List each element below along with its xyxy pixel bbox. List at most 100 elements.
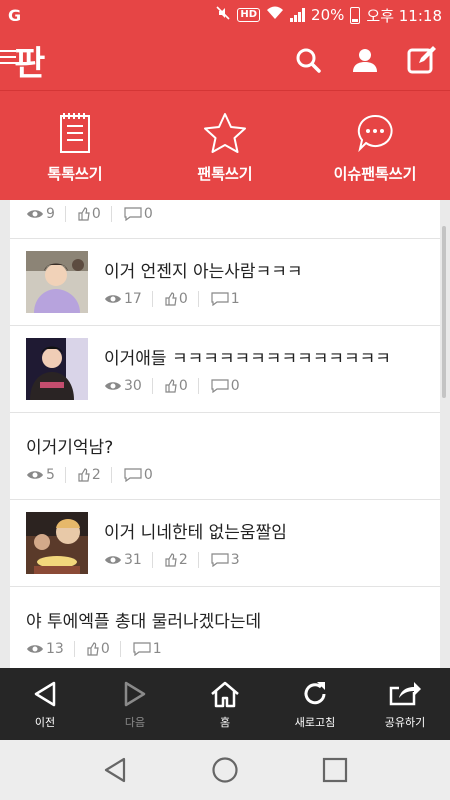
comment-icon [211,292,229,306]
post-thumbnail [26,512,88,574]
list-item[interactable]: 이거기억남? 5 2 0 [10,413,440,500]
search-button[interactable] [279,30,336,90]
comments: 3 [211,552,250,568]
comment-icon [211,553,229,567]
system-back-icon[interactable] [102,756,128,784]
post-title: 이거 니네한테 없는움짤임 [104,523,287,543]
thumbs-up-icon [78,468,90,482]
hd-badge: HD [237,8,261,22]
views: 30 [104,378,153,394]
thumbs-up-icon [78,207,90,221]
back-button[interactable]: 이전 [0,668,90,740]
back-triangle-icon [34,681,56,707]
post-meta: 17 0 1 [104,291,262,307]
tab-fantalk-write[interactable]: 팬톡쓰기 [150,91,300,200]
tab-label: 이슈팬톡쓰기 [333,165,417,183]
refresh-icon [304,682,326,705]
battery-icon [350,6,361,24]
refresh-button[interactable]: 새로고침 [270,668,360,740]
system-home-icon[interactable] [211,756,239,784]
post-list[interactable]: 9 0 0 이거 언젠지 아는사람ㅋㅋㅋ 17 0 1 이거애들 ㅋㅋㅋㅋㅋㅋㅋ… [0,200,450,668]
signal-icon [290,8,306,22]
thumbs-up-icon [87,642,99,656]
comments: 1 [133,641,172,657]
battery-percent: 20% [311,6,345,24]
list-item[interactable]: 9 0 0 [10,200,440,239]
tab-toktok-write[interactable]: 톡톡쓰기 [0,91,150,200]
search-icon [296,48,321,73]
forward-button[interactable]: 다음 [90,668,180,740]
eye-icon [105,382,121,390]
post-meta: 5 2 0 [26,467,175,483]
post-thumbnail [26,338,88,400]
comment-icon [133,642,151,656]
post-card: 9 0 0 이거 언젠지 아는사람ㅋㅋㅋ 17 0 1 이거애들 ㅋㅋㅋㅋㅋㅋㅋ… [10,200,440,668]
write-tab-bar: 톡톡쓰기 팬톡쓰기 이슈팬톡쓰기 [0,90,450,200]
post-meta: 31 2 3 [104,552,262,568]
clock: 오후 11:18 [366,6,442,25]
nav-label: 이전 [34,716,56,729]
status-bar: G HD 20% 오후 11:18 [0,0,450,30]
post-thumbnail [26,251,88,313]
comment-icon [124,207,142,221]
post-title: 야 투에엑플 총대 물러나겠다는데 [26,612,262,632]
thumbs-up-icon [165,292,177,306]
comments: 0 [124,206,163,222]
browser-nav-bar: 이전 다음 홈 새로고침 공유하기 [0,668,450,740]
likes: 0 [165,291,199,307]
chat-bubble-icon [357,111,393,155]
post-meta: 30 0 0 [104,378,262,394]
views: 13 [26,641,75,657]
tab-label: 톡톡쓰기 [47,165,103,183]
edit-button[interactable] [393,30,450,90]
nav-label: 공유하기 [384,716,426,729]
star-icon [203,111,247,155]
tab-issue-fantalk-write[interactable]: 이슈팬톡쓰기 [300,91,450,200]
tab-label: 팬톡쓰기 [197,165,253,183]
scrollbar[interactable] [442,226,446,398]
views: 5 [26,467,66,483]
eye-icon [105,295,121,303]
post-title: 이거애들 ㅋㅋㅋㅋㅋㅋㅋㅋㅋㅋㅋㅋㅋㅋ [104,349,391,369]
comments: 0 [124,467,163,483]
system-recents-icon[interactable] [322,757,348,783]
notepad-icon [59,111,91,155]
forward-triangle-icon [124,681,146,707]
list-item[interactable]: 이거애들 ㅋㅋㅋㅋㅋㅋㅋㅋㅋㅋㅋㅋㅋㅋ 30 0 0 [10,326,440,413]
post-meta: 9 0 0 [26,206,175,222]
share-button[interactable]: 공유하기 [360,668,450,740]
list-item[interactable]: 야 투에엑플 총대 물러나겠다는데 13 0 1 [10,587,440,668]
comment-icon [124,468,142,482]
likes: 0 [78,206,112,222]
views: 17 [104,291,153,307]
post-meta: 13 0 1 [26,641,184,657]
user-button[interactable] [336,30,393,90]
wifi-icon [266,6,284,24]
eye-icon [27,645,43,653]
home-icon [211,681,239,708]
home-button[interactable]: 홈 [180,668,270,740]
comments: 0 [211,378,250,394]
eye-icon [105,556,121,564]
list-item[interactable]: 이거 언젠지 아는사람ㅋㅋㅋ 17 0 1 [10,239,440,326]
carrier-logo: G [8,5,22,25]
eye-icon [27,210,43,218]
thumbs-up-icon [165,553,177,567]
nav-label: 새로고침 [294,716,336,729]
nav-label: 홈 [219,716,231,729]
share-icon [389,682,421,706]
edit-icon [407,46,436,74]
list-item[interactable]: 이거 니네한테 없는움짤임 31 2 3 [10,500,440,587]
eye-icon [27,471,43,479]
views: 9 [26,206,66,222]
likes: 2 [78,467,112,483]
app-header: 판 [0,30,450,90]
comment-icon [211,379,229,393]
app-logo[interactable]: 판 [14,36,45,85]
views: 31 [104,552,153,568]
likes: 0 [87,641,121,657]
likes: 0 [165,378,199,394]
comments: 1 [211,291,250,307]
mute-icon [215,5,231,25]
system-nav-bar [0,740,450,800]
